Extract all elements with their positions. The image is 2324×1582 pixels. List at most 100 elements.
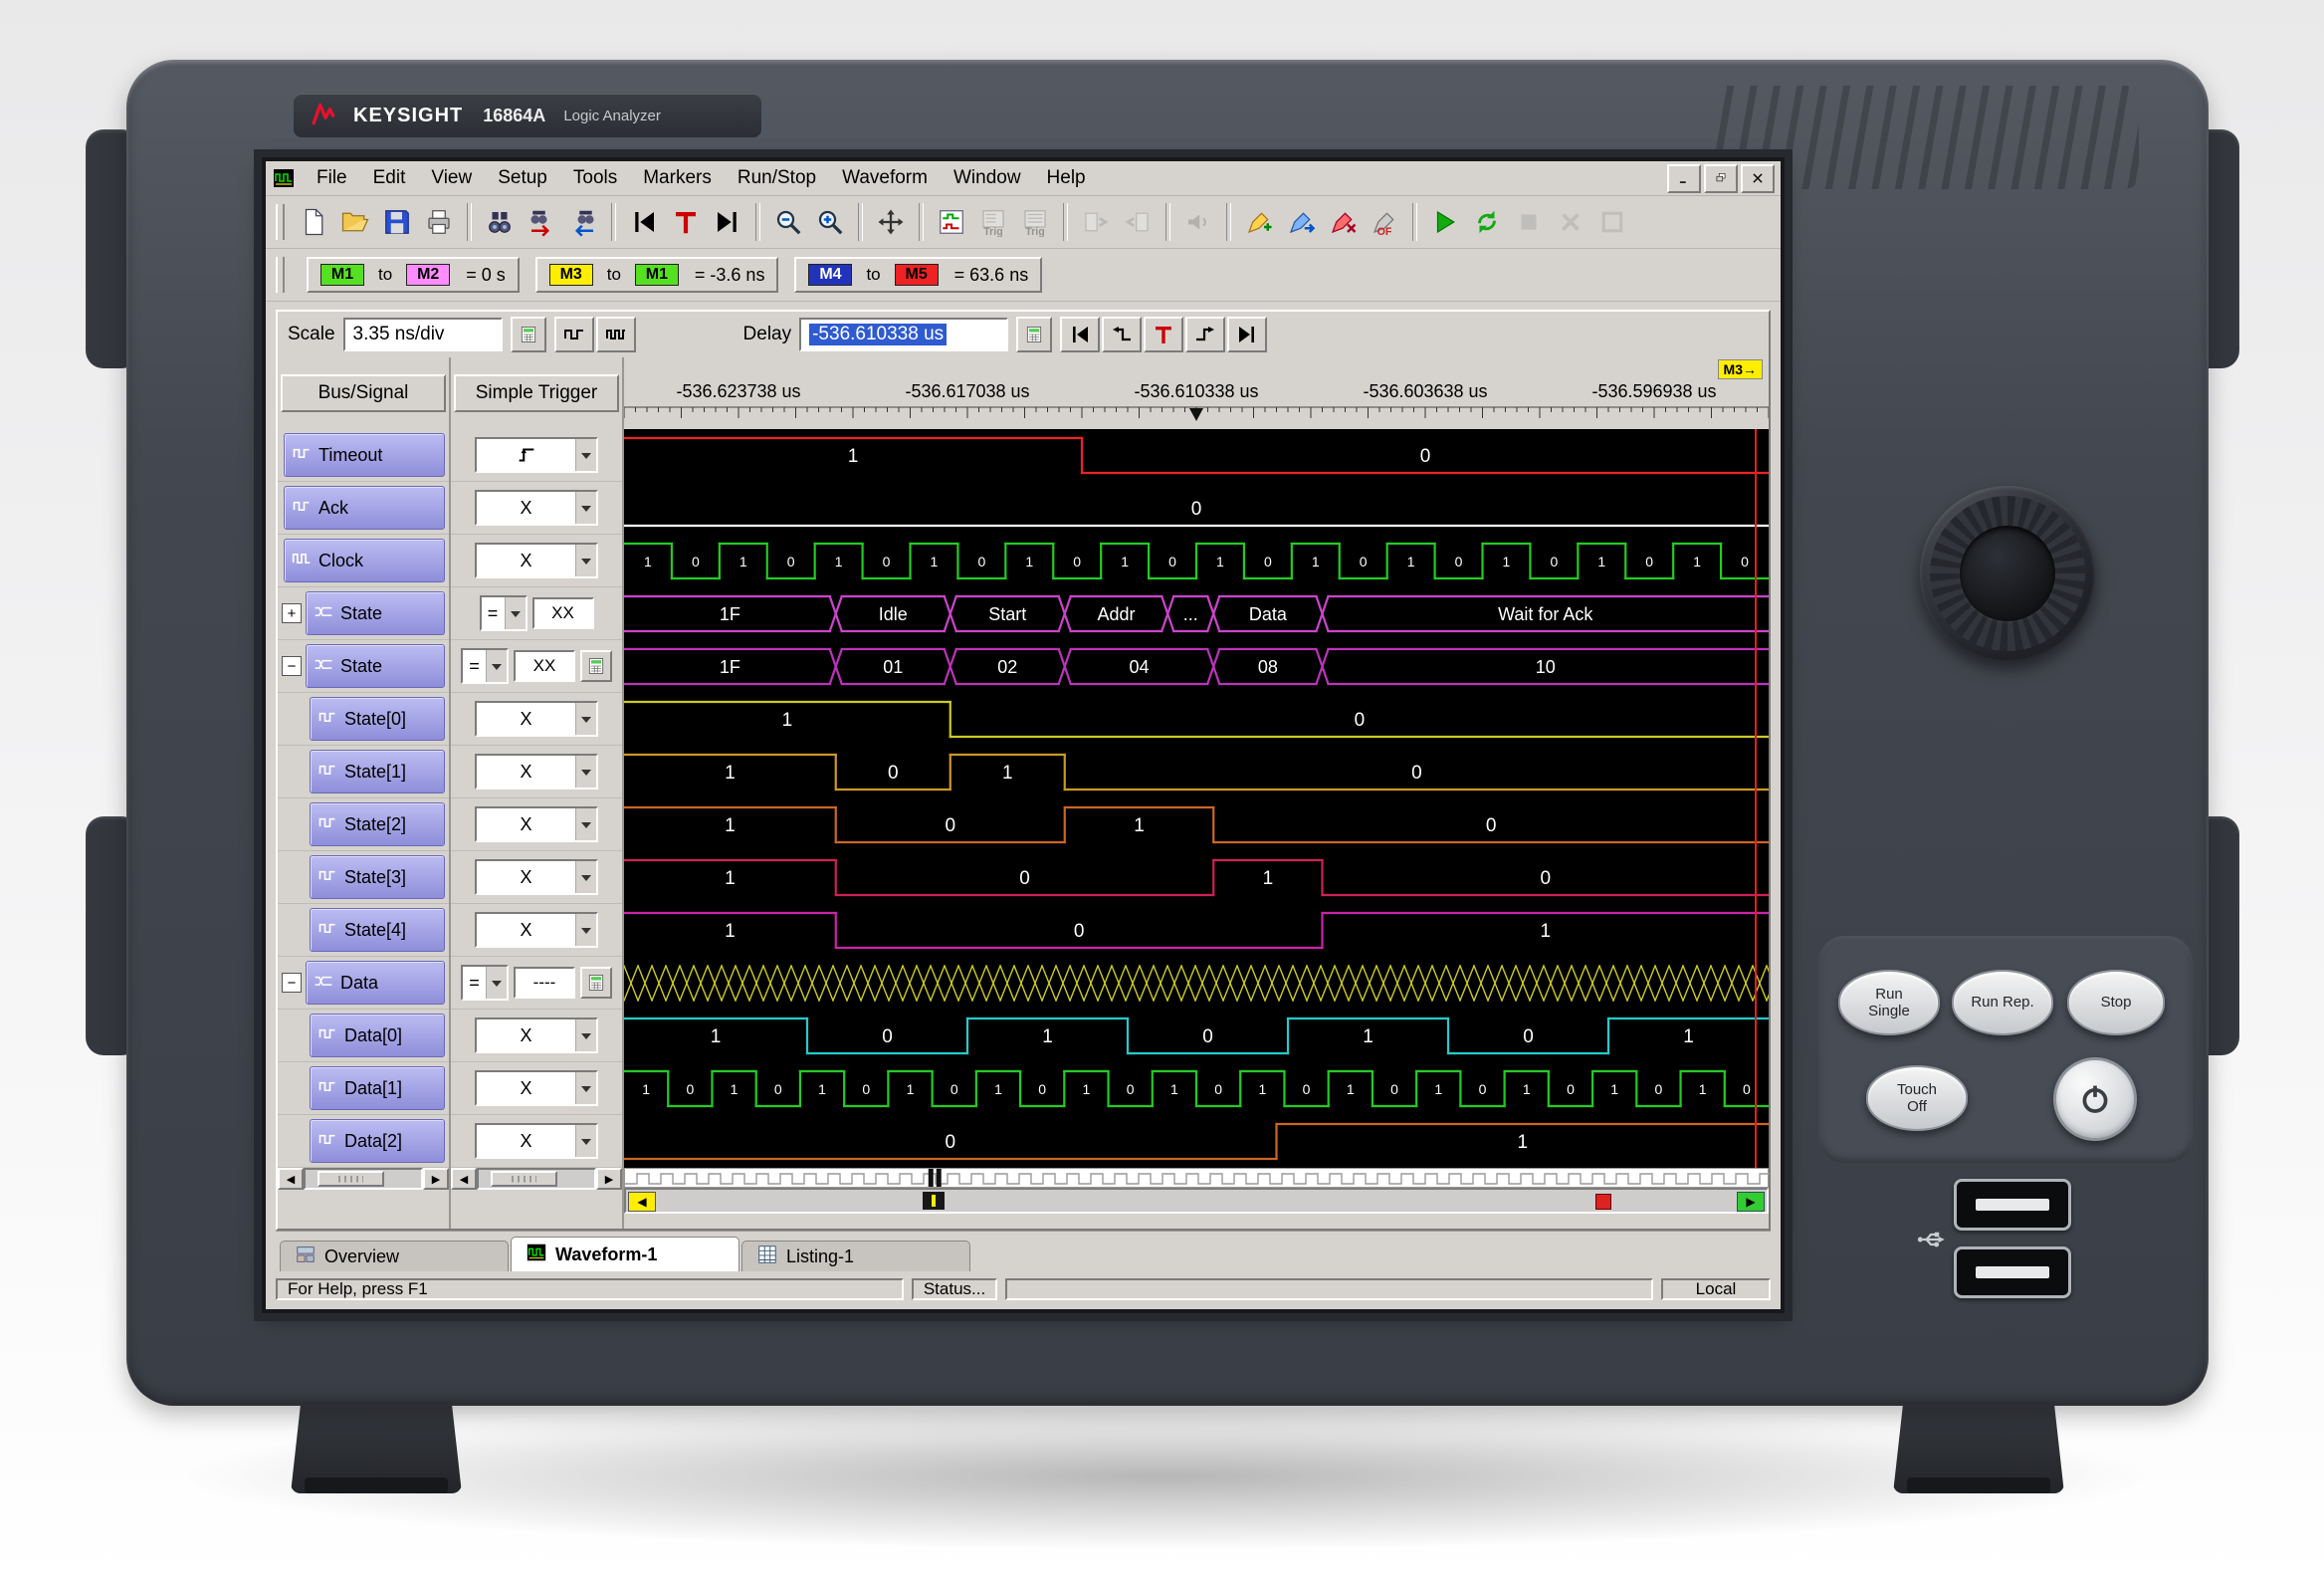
waveform-row-data-10[interactable] (623, 957, 1782, 1010)
trigger-keypad-button[interactable] (580, 967, 612, 999)
bus-signal-button[interactable]: Ack (284, 486, 445, 530)
waveform-row-state-3-8[interactable]: 1 0 1 0 (622, 851, 1771, 904)
rotary-knob[interactable] (1920, 486, 2095, 661)
trigger-dontcare-dropdown[interactable]: X (475, 859, 598, 895)
scroll-left-arrow[interactable]: ◀ (451, 1168, 477, 1190)
zoom-out-button[interactable] (767, 201, 809, 243)
bus-signal-button[interactable]: State[4] (310, 908, 445, 952)
scroll-thumb[interactable] (490, 1171, 558, 1187)
status-button[interactable]: Status... (911, 1278, 998, 1300)
marker-measurement-chip[interactable]: M1 to M2 = 0 s (307, 257, 520, 293)
trigger-dontcare-dropdown[interactable]: X (475, 701, 598, 737)
trigger-dontcare-dropdown[interactable]: X (475, 490, 598, 526)
close-button[interactable] (1741, 163, 1775, 193)
bus-signal-button[interactable]: Clock (284, 539, 445, 582)
new-file-button[interactable] (293, 201, 334, 243)
find-next-button[interactable] (521, 201, 562, 243)
bus-signal-button[interactable]: Timeout (284, 433, 445, 477)
bus-signal-button[interactable]: Data[2] (310, 1119, 445, 1163)
bus-signal-setup-button[interactable] (931, 201, 972, 243)
menu-tools[interactable]: Tools (560, 165, 630, 191)
tab-waveform-1[interactable]: Waveform-1 (511, 1237, 739, 1271)
tab-listing-1[interactable]: Listing-1 (741, 1241, 970, 1271)
acquisition-overview-strip[interactable] (624, 1168, 1773, 1188)
m5-marker-line[interactable] (1755, 429, 1757, 1168)
menu-help[interactable]: Help (1034, 165, 1099, 191)
stop-button[interactable]: Stop (2067, 970, 2165, 1035)
find-prev-button[interactable] (562, 201, 604, 243)
scale-value-field[interactable]: 3.35 ns/div (342, 318, 503, 351)
bus-signal-button[interactable]: State (306, 591, 445, 635)
menu-edit[interactable]: Edit (360, 165, 419, 191)
menu-waveform[interactable]: Waveform (829, 165, 941, 191)
next-edge-button[interactable] (1185, 317, 1226, 352)
waveform-scrollbar[interactable]: ◀ ▶ (624, 1188, 1769, 1214)
trigger-column-scrollbar[interactable]: ◀ ▶ (451, 1168, 622, 1190)
trigger-edge-dropdown[interactable] (475, 437, 598, 473)
goto-trigger-button[interactable] (1144, 317, 1184, 352)
power-button[interactable] (2053, 1057, 2137, 1141)
goto-begin-button[interactable] (1060, 317, 1101, 352)
scroll-left-arrow[interactable]: ◀ (278, 1168, 304, 1190)
menu-window[interactable]: Window (941, 165, 1034, 191)
expander-toggle[interactable]: + (282, 603, 302, 623)
find-button[interactable] (479, 201, 521, 243)
marker-measurement-chip[interactable]: M4 to M5 = 63.6 ns (794, 257, 1043, 293)
waveform-row-clock-2[interactable]: 1 0 1 0 1 0 1 0 1 0 1 0 1 0 1 0 1 0 1 0 1 0 1 0 (622, 535, 1771, 587)
trigger-dontcare-dropdown[interactable]: X (475, 806, 598, 842)
trigger-dontcare-dropdown[interactable]: X (475, 912, 598, 948)
bus-column-scrollbar[interactable]: ◀ ▶ (278, 1168, 449, 1190)
trigger-dontcare-dropdown[interactable]: X (475, 754, 598, 790)
goto-begin-button[interactable] (623, 201, 665, 243)
goto-m1-button[interactable]: ▶ (1737, 1192, 1765, 1212)
print-button[interactable] (418, 201, 460, 243)
trigger-dontcare-dropdown[interactable]: X (475, 543, 598, 578)
goto-trigger-button[interactable] (665, 201, 707, 243)
goto-m3-button[interactable]: ◀ (628, 1192, 656, 1212)
goto-end-button[interactable] (707, 201, 748, 243)
scale-keypad-button[interactable] (510, 317, 546, 352)
menu-markers[interactable]: Markers (630, 165, 725, 191)
m5-position-marker[interactable] (1595, 1194, 1612, 1210)
trigger-value-field[interactable]: XX (531, 597, 594, 629)
m3-marker-chip[interactable]: M3→ (1717, 359, 1763, 379)
trigger-value-field[interactable]: ---- (514, 967, 575, 999)
waveform-plot-area[interactable]: 1 0 0 1 0 1 0 1 0 1 0 1 0 1 0 1 0 1 0 1 0 1 0 1 0 1 0 1F Idle Start Ad… (622, 429, 1782, 1168)
bus-signal-button[interactable]: State[2] (310, 802, 445, 846)
waveform-row-state-0-5[interactable]: 10 (622, 693, 1771, 746)
marker-measurement-chip[interactable]: M3 to M1 = -3.6 ns (534, 257, 779, 293)
menu-run-stop[interactable]: Run/Stop (725, 165, 829, 191)
scroll-thumb[interactable] (317, 1171, 385, 1187)
trigger-operator-dropdown[interactable]: = (461, 965, 509, 1001)
save-button[interactable] (376, 201, 418, 243)
waveform-row-ack-1[interactable]: 0 (622, 482, 1771, 535)
bus-signal-button[interactable]: Data[0] (310, 1014, 445, 1057)
bus-signal-button[interactable]: State[3] (310, 855, 445, 899)
waveform-row-timeout-0[interactable]: 10 (622, 429, 1771, 482)
trigger-dontcare-dropdown[interactable]: X (475, 1070, 598, 1106)
bus-signal-button[interactable]: State (306, 644, 445, 688)
trigger-value-field[interactable]: XX (514, 650, 575, 682)
trigger-dontcare-dropdown[interactable]: X (475, 1017, 598, 1053)
marker-overflow-button[interactable]: OF (1364, 201, 1405, 243)
trigger-operator-dropdown[interactable]: = (461, 648, 509, 684)
menu-view[interactable]: View (418, 165, 485, 191)
pan-tool-button[interactable] (870, 201, 912, 243)
scale-expand-button[interactable] (553, 317, 594, 352)
expander-toggle[interactable]: − (282, 656, 302, 676)
run-single-button[interactable]: Run Single (1838, 970, 1940, 1035)
scroll-right-arrow[interactable]: ▶ (596, 1168, 622, 1190)
waveform-row-data-1-12[interactable]: 1 0 1 0 1 0 1 0 1 0 1 0 1 0 1 0 1 0 1 0 1 0 1 0 1 0 (622, 1062, 1771, 1115)
restore-button[interactable] (1704, 163, 1738, 193)
waveform-row-state-2-7[interactable]: 1 0 1 0 (622, 798, 1771, 851)
waveform-row-data-0-11[interactable]: 1 0 1 0 1 0 1 (622, 1010, 1771, 1062)
menu-setup[interactable]: Setup (485, 165, 560, 191)
trigger-dontcare-dropdown[interactable]: X (475, 1123, 598, 1159)
scale-compress-button[interactable] (595, 317, 636, 352)
tab-overview[interactable]: Overview (280, 1241, 509, 1271)
goto-end-button[interactable] (1227, 317, 1268, 352)
previous-edge-button[interactable] (1102, 317, 1143, 352)
waveform-row-state-4[interactable]: 1F 01 02 04 08 10 (622, 640, 1771, 693)
marker-next-button[interactable] (1280, 201, 1322, 243)
scroll-right-arrow[interactable]: ▶ (423, 1168, 449, 1190)
